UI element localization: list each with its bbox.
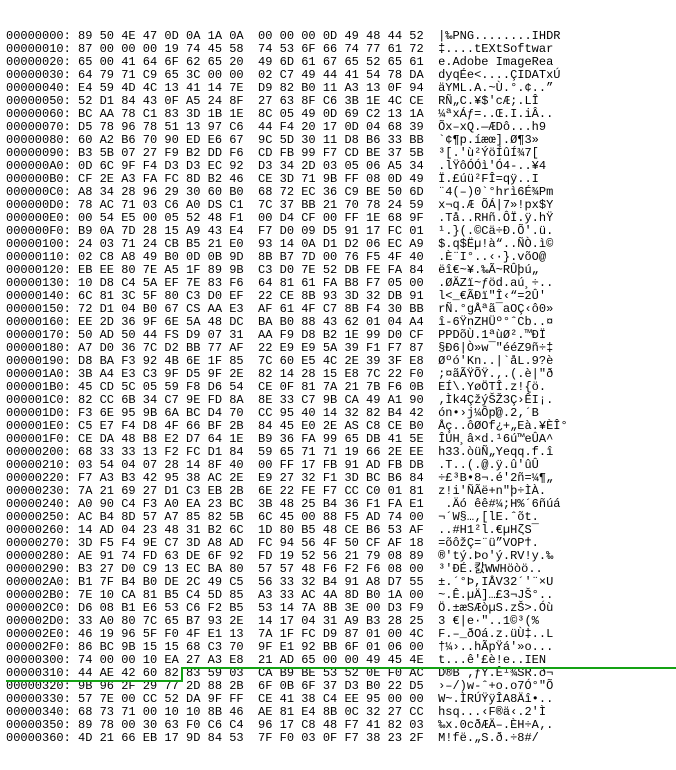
- separator: [424, 315, 438, 329]
- separator: [424, 120, 438, 134]
- separator: [424, 185, 438, 199]
- ascii-cell: M!fë.„S.ð.÷8#/: [438, 732, 539, 745]
- separator: [424, 419, 438, 433]
- separator: [424, 510, 438, 524]
- separator: [424, 81, 438, 95]
- separator: [424, 588, 438, 602]
- separator: [424, 432, 438, 446]
- separator: [424, 42, 438, 56]
- separator: [424, 536, 438, 550]
- separator: [424, 679, 438, 693]
- separator: [424, 393, 438, 407]
- separator: [424, 575, 438, 589]
- separator: [424, 731, 438, 745]
- separator: [424, 484, 438, 498]
- separator: [424, 159, 438, 173]
- separator: [424, 354, 438, 368]
- separator: [424, 276, 438, 290]
- separator: [424, 328, 438, 342]
- separator: [424, 523, 438, 537]
- separator: [424, 627, 438, 641]
- separator: [424, 133, 438, 147]
- separator: [424, 666, 438, 680]
- separator: [424, 718, 438, 732]
- separator: [424, 614, 438, 628]
- separator: [424, 705, 438, 719]
- separator: [424, 653, 438, 667]
- separator: [424, 172, 438, 186]
- separator: [424, 458, 438, 472]
- separator: [424, 302, 438, 316]
- hex-row[interactable]: 00000360: 4D 21 66 EB 17 9D 84 53 7F F0 …: [6, 732, 670, 745]
- separator: [424, 224, 438, 238]
- separator: [424, 445, 438, 459]
- separator: [424, 380, 438, 394]
- separator: [424, 68, 438, 82]
- separator: [424, 146, 438, 160]
- hex-cell: 4D 21 66 EB 17 9D 84 53 7F F0 03 0F F7 3…: [71, 732, 424, 745]
- separator: [424, 237, 438, 251]
- separator: [424, 562, 438, 576]
- separator: [424, 549, 438, 563]
- separator: [424, 55, 438, 69]
- separator: [424, 250, 438, 264]
- separator: [424, 211, 438, 225]
- separator: [424, 692, 438, 706]
- separator: [424, 640, 438, 654]
- separator: [424, 107, 438, 121]
- separator: [424, 263, 438, 277]
- hex-rows: 00000000: 89 50 4E 47 0D 0A 1A 0A 00 00 …: [6, 30, 670, 745]
- separator: [424, 601, 438, 615]
- separator: [424, 289, 438, 303]
- separator: [424, 471, 438, 485]
- offset-cell: 00000360:: [6, 732, 71, 745]
- separator: [424, 94, 438, 108]
- separator: [424, 29, 438, 43]
- separator: [424, 198, 438, 212]
- separator: [424, 341, 438, 355]
- separator: [424, 406, 438, 420]
- separator: [424, 497, 438, 511]
- hex-dump-viewer[interactable]: 00000000: 89 50 4E 47 0D 0A 1A 0A 00 00 …: [0, 0, 676, 762]
- separator: [424, 367, 438, 381]
